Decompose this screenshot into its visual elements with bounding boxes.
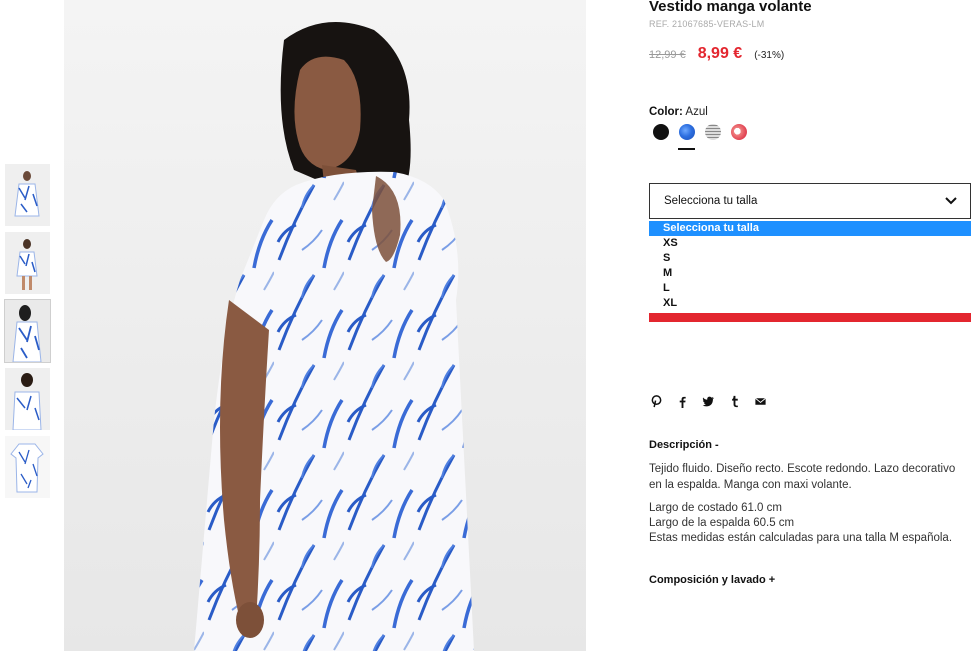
- swatch-striped[interactable]: [705, 124, 721, 140]
- measure-note: Estas medidas están calculadas para una …: [649, 532, 953, 544]
- tumblr-icon[interactable]: [727, 394, 741, 408]
- size-select-value: Selecciona tu talla: [664, 195, 758, 207]
- swatch-blue-print[interactable]: [679, 124, 695, 140]
- swatch-black[interactable]: [653, 124, 669, 140]
- description-toggle[interactable]: Descripción -: [649, 439, 719, 451]
- measure-side-length: Largo de costado 61.0 cm: [649, 502, 782, 514]
- twitter-icon[interactable]: [701, 394, 715, 408]
- social-share: [649, 394, 779, 408]
- measure-back-length: Largo de la espalda 60.5 cm: [649, 517, 795, 529]
- email-icon[interactable]: [753, 394, 767, 408]
- size-option-m[interactable]: M: [649, 266, 971, 281]
- color-label-key: Color:: [649, 106, 683, 118]
- thumbnail-4[interactable]: [5, 368, 50, 430]
- measures-block: Largo de costado 61.0 cm Largo de la esp…: [649, 501, 971, 546]
- original-price: 12,99 €: [649, 49, 686, 61]
- size-option-xl[interactable]: XL: [649, 296, 971, 311]
- size-dropdown-list: Selecciona tu talla XS S M L XL: [649, 221, 971, 322]
- composition-toggle[interactable]: Composición y lavado +: [649, 574, 775, 586]
- product-title: Vestido manga volante: [649, 0, 812, 15]
- facebook-icon[interactable]: [675, 394, 689, 408]
- size-option-l[interactable]: L: [649, 281, 971, 296]
- size-select[interactable]: Selecciona tu talla: [649, 183, 971, 219]
- thumbnail-1[interactable]: [5, 164, 50, 226]
- color-label-value: Azul: [685, 106, 708, 118]
- pinterest-icon[interactable]: [649, 394, 663, 408]
- selected-swatch-indicator: [678, 148, 695, 150]
- main-product-image[interactable]: [64, 0, 586, 651]
- swatch-pink-print[interactable]: [731, 124, 747, 140]
- sale-price: 8,99 €: [697, 45, 743, 62]
- color-label: Color: Azul: [649, 106, 708, 118]
- product-reference: REF. 21067685-VERAS-LM: [649, 19, 765, 29]
- thumbnail-list: [4, 164, 51, 504]
- thumbnail-3[interactable]: [4, 299, 51, 363]
- chevron-down-icon: [945, 197, 957, 205]
- description-text: Tejido fluido. Diseño recto. Escote redo…: [649, 463, 956, 491]
- discount-badge: (-31%): [754, 50, 785, 61]
- size-option-s[interactable]: S: [649, 251, 971, 266]
- color-swatches: [653, 124, 757, 140]
- add-to-bag-bar[interactable]: [649, 313, 971, 322]
- price-row: 12,99 € 8,99 € (-31%): [649, 45, 784, 63]
- size-option-placeholder[interactable]: Selecciona tu talla: [649, 221, 971, 236]
- thumbnail-2[interactable]: [5, 232, 50, 294]
- size-option-xs[interactable]: XS: [649, 236, 971, 251]
- thumbnail-5[interactable]: [5, 436, 50, 498]
